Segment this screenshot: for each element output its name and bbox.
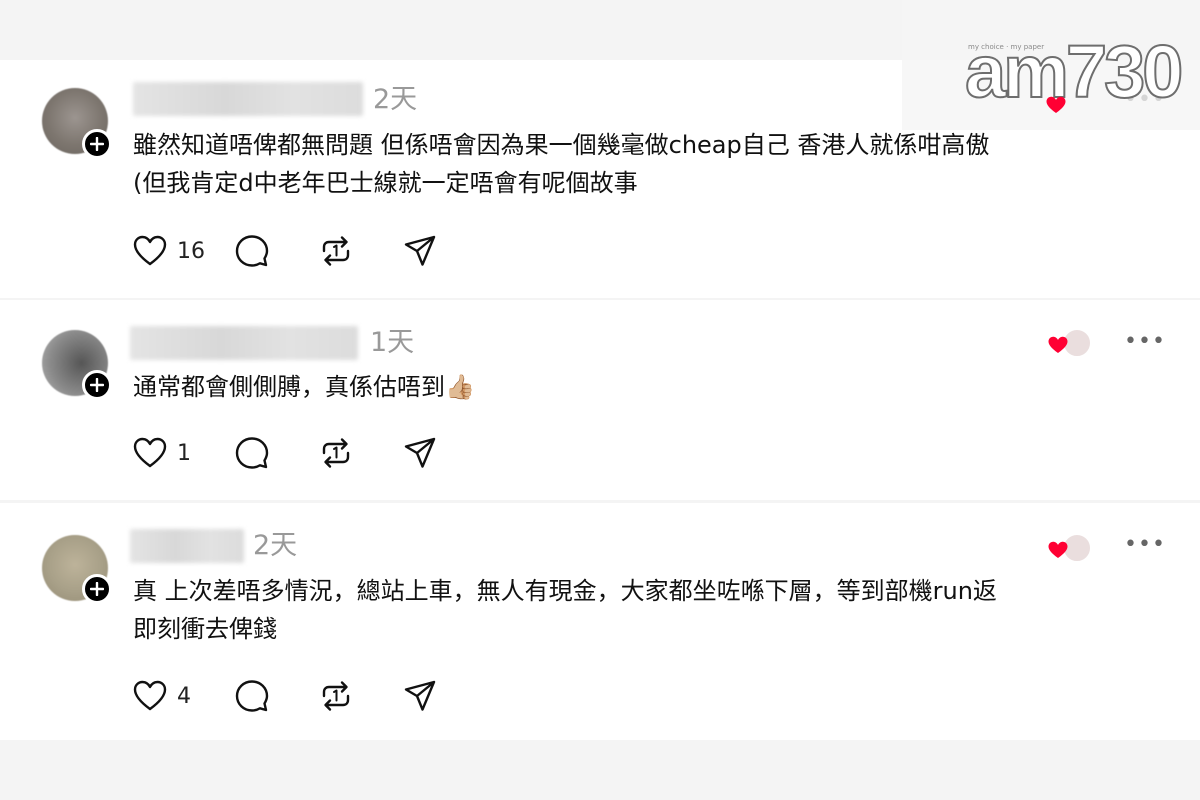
share-button[interactable] xyxy=(403,436,437,470)
follow-plus-icon[interactable] xyxy=(82,370,112,400)
post-actions: 4 xyxy=(133,679,437,713)
repost-button[interactable] xyxy=(319,679,403,713)
like-count: 16 xyxy=(177,238,205,264)
follow-plus-icon[interactable] xyxy=(82,129,112,159)
reply-icon xyxy=(235,680,269,712)
post-card: 2天 真 上次差唔多情況，總站上車，無人有現金，大家都坐咗喺下層，等到部機run… xyxy=(0,503,1200,740)
reply-icon xyxy=(235,437,269,469)
share-icon xyxy=(404,437,436,468)
share-icon xyxy=(404,235,436,266)
heart-icon xyxy=(1048,336,1068,353)
share-button[interactable] xyxy=(403,679,437,713)
like-icon xyxy=(133,235,167,266)
heart-icon xyxy=(1046,96,1066,113)
post-actions: 1 xyxy=(133,436,437,470)
post-text: 通常都會側側膊，真係估唔到👍🏼 xyxy=(133,373,475,401)
like-icon xyxy=(133,437,167,468)
like-count: 4 xyxy=(177,683,191,709)
username-blurred[interactable] xyxy=(130,529,244,563)
repost-button[interactable] xyxy=(319,436,403,470)
like-button[interactable]: 16 xyxy=(133,235,235,267)
like-button[interactable]: 1 xyxy=(133,437,235,469)
reply-button[interactable] xyxy=(235,679,319,713)
post-time: 2天 xyxy=(253,530,298,561)
share-button[interactable] xyxy=(403,234,437,268)
post-time: 2天 xyxy=(373,84,418,115)
follow-plus-icon[interactable] xyxy=(82,574,112,604)
like-button[interactable]: 4 xyxy=(133,680,235,712)
repost-icon xyxy=(322,438,350,468)
post-actions: 16 xyxy=(133,234,437,268)
share-icon xyxy=(404,680,436,711)
like-icon xyxy=(133,680,167,711)
repost-icon xyxy=(322,681,350,711)
post-card: 1天 通常都會側側膊，真係估唔到👍🏼 1 ••• xyxy=(0,300,1200,500)
brand-tagline: my choice · my paper xyxy=(968,43,1045,51)
post-time: 1天 xyxy=(370,327,415,358)
repost-icon xyxy=(322,236,350,266)
reply-button[interactable] xyxy=(235,436,319,470)
repost-button[interactable] xyxy=(319,234,403,268)
reply-icon xyxy=(235,235,269,267)
more-options-button[interactable]: ••• xyxy=(1124,534,1166,556)
post-text: 真 上次差唔多情況，總站上車，無人有現金，大家都坐咗喺下層，等到部機run返 即… xyxy=(133,577,997,643)
threads-feed: 2天 雖然知道唔俾都無問題 但係唔會因為果一個幾毫做cheap自己 香港人就係咁… xyxy=(0,0,1200,800)
username-blurred[interactable] xyxy=(130,326,358,360)
reaction-summary[interactable] xyxy=(1048,328,1092,358)
reaction-summary[interactable] xyxy=(1048,533,1092,563)
heart-icon xyxy=(1048,541,1068,558)
more-options-button[interactable]: ••• xyxy=(1124,331,1166,353)
username-blurred[interactable] xyxy=(133,82,363,116)
post-text: 雖然知道唔俾都無問題 但係唔會因為果一個幾毫做cheap自己 香港人就係咁高傲 … xyxy=(133,131,990,197)
like-count: 1 xyxy=(177,440,191,466)
reply-button[interactable] xyxy=(235,234,319,268)
